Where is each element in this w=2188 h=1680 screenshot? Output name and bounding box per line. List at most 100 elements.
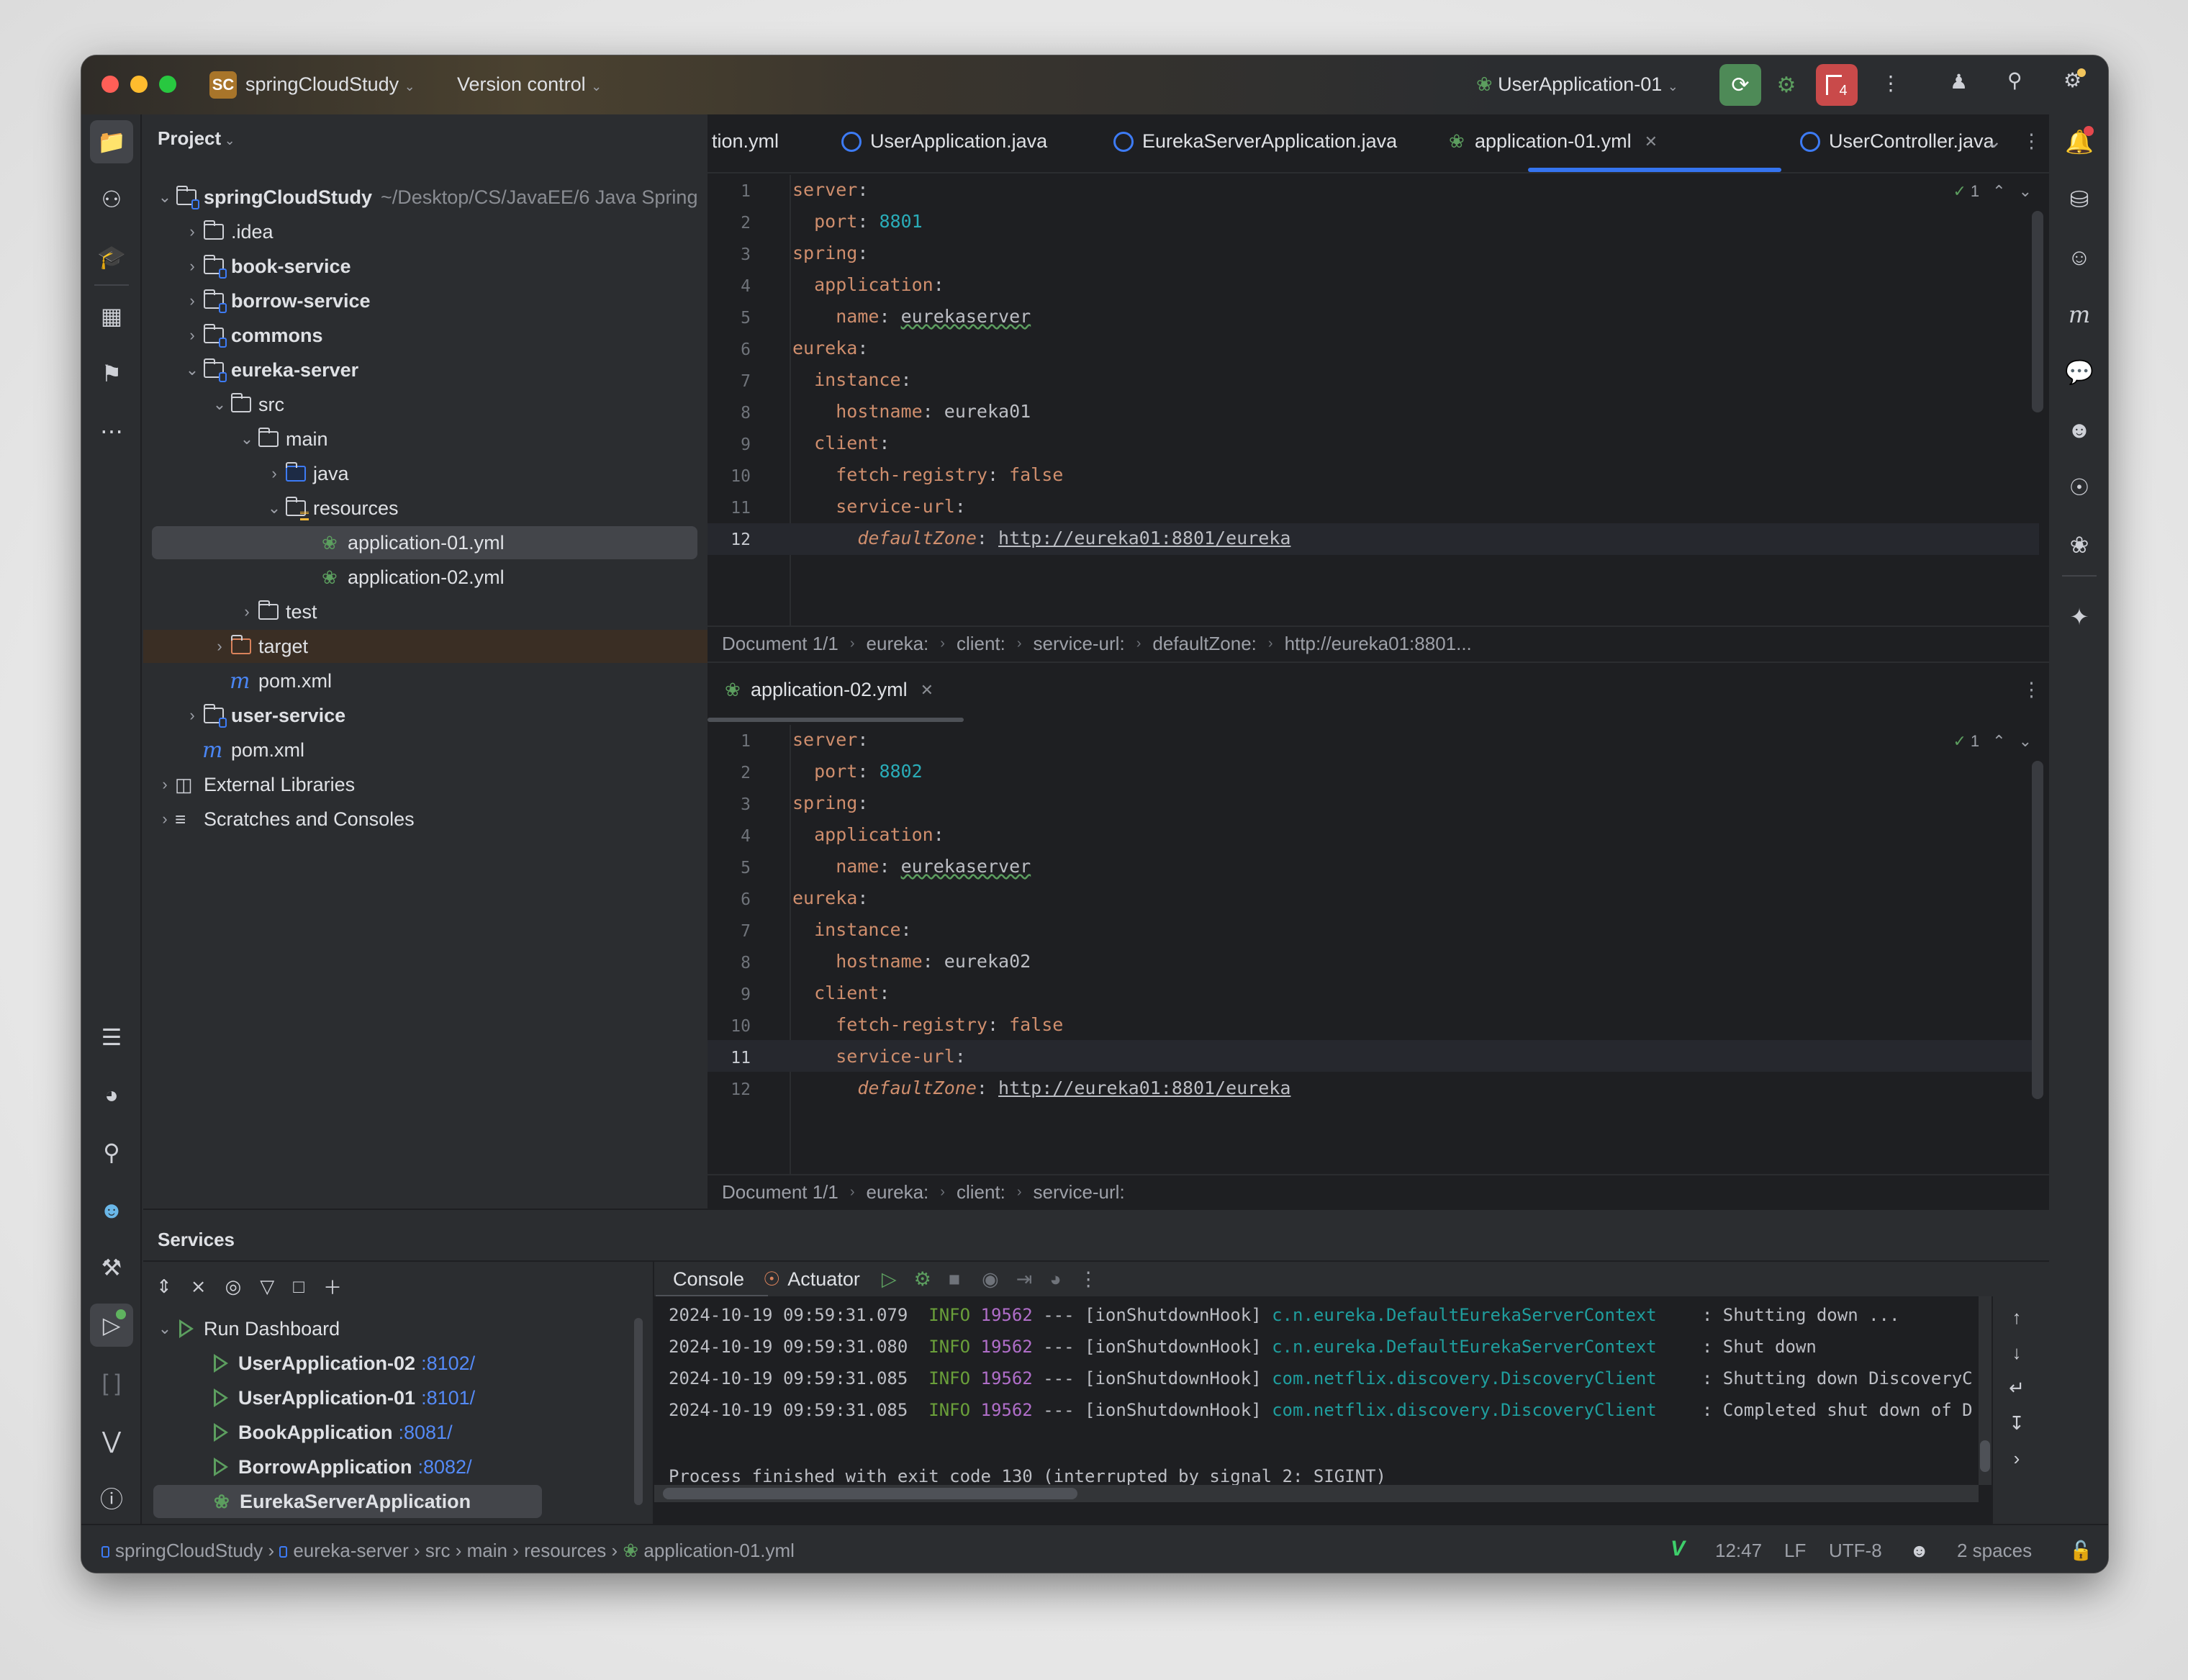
problems-icon[interactable]: ⓘ [90, 1476, 133, 1519]
line-number[interactable]: 9 [708, 435, 751, 454]
line-number[interactable]: 10 [708, 1017, 751, 1036]
prev-highlight-icon[interactable]: ⌃ [1992, 182, 2005, 201]
tab-actuator[interactable]: Actuator [787, 1268, 860, 1291]
status-path-item[interactable]: resources [524, 1540, 606, 1561]
indent-setting[interactable]: 2 spaces [1957, 1540, 2032, 1562]
line-number[interactable]: 12 [708, 1080, 751, 1099]
services-tree-scrollbar[interactable] [634, 1318, 643, 1505]
unlock-icon[interactable]: 🔓 [2069, 1540, 2092, 1562]
tab-usercontroller[interactable]: UserController.java [1800, 130, 1994, 153]
breadcrumb-item[interactable]: eureka: [867, 1181, 929, 1203]
line-number[interactable]: 6 [708, 340, 751, 359]
tree-item[interactable]: m pom.xml [143, 733, 708, 767]
stop-all-button[interactable]: 4 [1816, 64, 1858, 106]
status-path-item[interactable]: springCloudStudy [115, 1540, 263, 1561]
status-path-item[interactable]: src [425, 1540, 451, 1561]
services-icon[interactable]: ▷ [90, 1304, 133, 1347]
line-number[interactable]: 9 [708, 985, 751, 1004]
tree-item[interactable]: › ◫ External Libraries [143, 768, 708, 801]
service-group-run-dashboard[interactable]: ⌄ Run Dashboard [150, 1312, 340, 1345]
service-app-item[interactable]: ❀ EurekaServerApplication [153, 1485, 542, 1518]
line-number[interactable]: 7 [708, 372, 751, 391]
line-number[interactable]: 1 [708, 182, 751, 201]
add-user-icon[interactable]: ♟ [1950, 70, 1968, 94]
tree-item[interactable]: › java [143, 457, 708, 490]
notifications-bell-icon[interactable]: 🔔 [2058, 120, 2101, 163]
breadcrumb-item[interactable]: Document 1/1 [722, 633, 838, 655]
line-number[interactable]: 12 [708, 530, 751, 549]
tree-item[interactable]: ❀ application-02.yml [143, 561, 708, 594]
line-number[interactable]: 2 [708, 764, 751, 782]
code-line[interactable]: eureka: [792, 888, 868, 908]
profiler-gauge-icon[interactable]: ◕ [90, 1073, 133, 1116]
tree-item[interactable]: ⌄ eureka-server [143, 353, 708, 387]
service-app-item[interactable]: UserApplication-01:8101/ [143, 1381, 475, 1414]
vcs-menu[interactable]: Version control ⌄ [457, 73, 602, 96]
close-tab-icon[interactable]: ✕ [1645, 132, 1658, 151]
line-number[interactable]: 11 [708, 499, 751, 518]
app-port-link[interactable]: :8081/ [399, 1422, 453, 1444]
app-port-link[interactable]: :8101/ [421, 1387, 475, 1409]
service-app-item[interactable]: BookApplication:8081/ [143, 1416, 453, 1449]
vertical-scrollbar[interactable] [2032, 761, 2043, 1099]
scroll-down-arrow-icon[interactable]: ↓ [2012, 1342, 2022, 1364]
line-number[interactable]: 10 [708, 467, 751, 486]
code-line[interactable]: port: 8802 [792, 761, 923, 782]
tree-item[interactable]: ⌄ src [143, 388, 708, 421]
project-tool-icon[interactable]: 📁 [90, 120, 133, 163]
code-line[interactable]: hostname: eureka01 [792, 401, 1031, 422]
code-line[interactable]: client: [792, 983, 890, 1003]
code-line[interactable]: service-url: [792, 1046, 966, 1067]
expand-all-icon[interactable]: ⇕ [156, 1275, 172, 1298]
breadcrumb-item[interactable]: Document 1/1 [722, 1181, 838, 1203]
run-config-selector[interactable]: ❀ UserApplication-01 ⌄ [1476, 73, 1678, 96]
editor-application-01[interactable]: 1 server: 2 port: 8801 3 spring: 4 applicatio… [708, 175, 2049, 626]
dump-threads-camera-icon[interactable]: ◉ [982, 1268, 999, 1291]
code-line[interactable]: defaultZone: http://eureka01:8801/eureka [792, 1078, 1290, 1098]
tree-item[interactable]: ⌄ main [143, 423, 708, 456]
todo-list-icon[interactable]: ☰ [90, 1016, 133, 1059]
service-app-item[interactable]: BorrowApplication:8082/ [143, 1450, 472, 1483]
line-number[interactable]: 8 [708, 954, 751, 972]
next-highlight-icon[interactable]: ⌄ [2019, 732, 2032, 751]
line-number[interactable]: 3 [708, 795, 751, 814]
project-panel-header[interactable]: Project ⌄ [158, 127, 235, 150]
breadcrumb-item[interactable]: eureka: [867, 633, 929, 655]
tree-item[interactable]: › user-service [143, 699, 708, 732]
yaml-url-value[interactable]: http://eureka01:8801/eureka [998, 528, 1290, 548]
spring-leaf-icon[interactable]: ❀ [2058, 523, 2101, 566]
scroll-up-arrow-icon[interactable]: ↑ [2012, 1306, 2022, 1329]
code-line[interactable]: name: eurekaserver [792, 306, 1031, 327]
line-number[interactable]: 11 [708, 1049, 751, 1067]
status-path-item[interactable]: main [467, 1540, 507, 1561]
line-number[interactable]: 4 [708, 277, 751, 296]
app-port-link[interactable]: :8082/ [418, 1456, 472, 1478]
more-actions-icon[interactable]: ⋮ [1881, 71, 1901, 95]
cursor-position[interactable]: 12:47 [1715, 1540, 1762, 1562]
code-line[interactable]: application: [792, 274, 944, 295]
view-options-eye-icon[interactable]: ◎ [225, 1275, 242, 1298]
json-tool-icon[interactable]: [ ] [90, 1361, 133, 1404]
scroll-to-end-icon[interactable]: ↧ [2009, 1412, 2025, 1435]
debug-bug-icon[interactable]: ⚙ [914, 1268, 931, 1291]
profiler-gauge-icon[interactable]: ◕ [1049, 1268, 1061, 1291]
tree-item-root[interactable]: ⌄ springCloudStudy ~/Desktop/CS/JavaEE/6… [143, 181, 708, 214]
soft-wrap-icon[interactable]: ↵ [2009, 1377, 2025, 1399]
debug-button[interactable]: ⚙ [1766, 64, 1807, 106]
code-line[interactable]: server: [792, 179, 868, 200]
project-selector[interactable]: springCloudStudy ⌄ [245, 73, 415, 96]
tab-list-dropdown[interactable]: ⌄ [1986, 130, 2002, 153]
tab-userapplication[interactable]: UserApplication.java [841, 130, 1047, 153]
zoom-window-button[interactable] [159, 76, 176, 93]
console-output[interactable]: 2024-10-19 09:59:31.079 INFO 19562 --- [… [654, 1296, 2040, 1525]
close-tab-icon[interactable]: ✕ [921, 681, 933, 700]
endpoints-icon[interactable]: ☉ [2058, 466, 2101, 509]
code-line[interactable]: name: eurekaserver [792, 856, 1031, 877]
line-number[interactable]: 7 [708, 922, 751, 941]
line-number[interactable]: 1 [708, 732, 751, 751]
app-port-link[interactable]: :8102/ [421, 1352, 475, 1375]
breadcrumb-item[interactable]: service-url: [1034, 1181, 1125, 1203]
status-path-item[interactable]: application-01.yml [643, 1540, 795, 1561]
add-service-icon[interactable]: ＋ [323, 1273, 342, 1300]
inspection-widget[interactable]: ✓ 1 ⌃ ⌄ [1953, 182, 2032, 201]
